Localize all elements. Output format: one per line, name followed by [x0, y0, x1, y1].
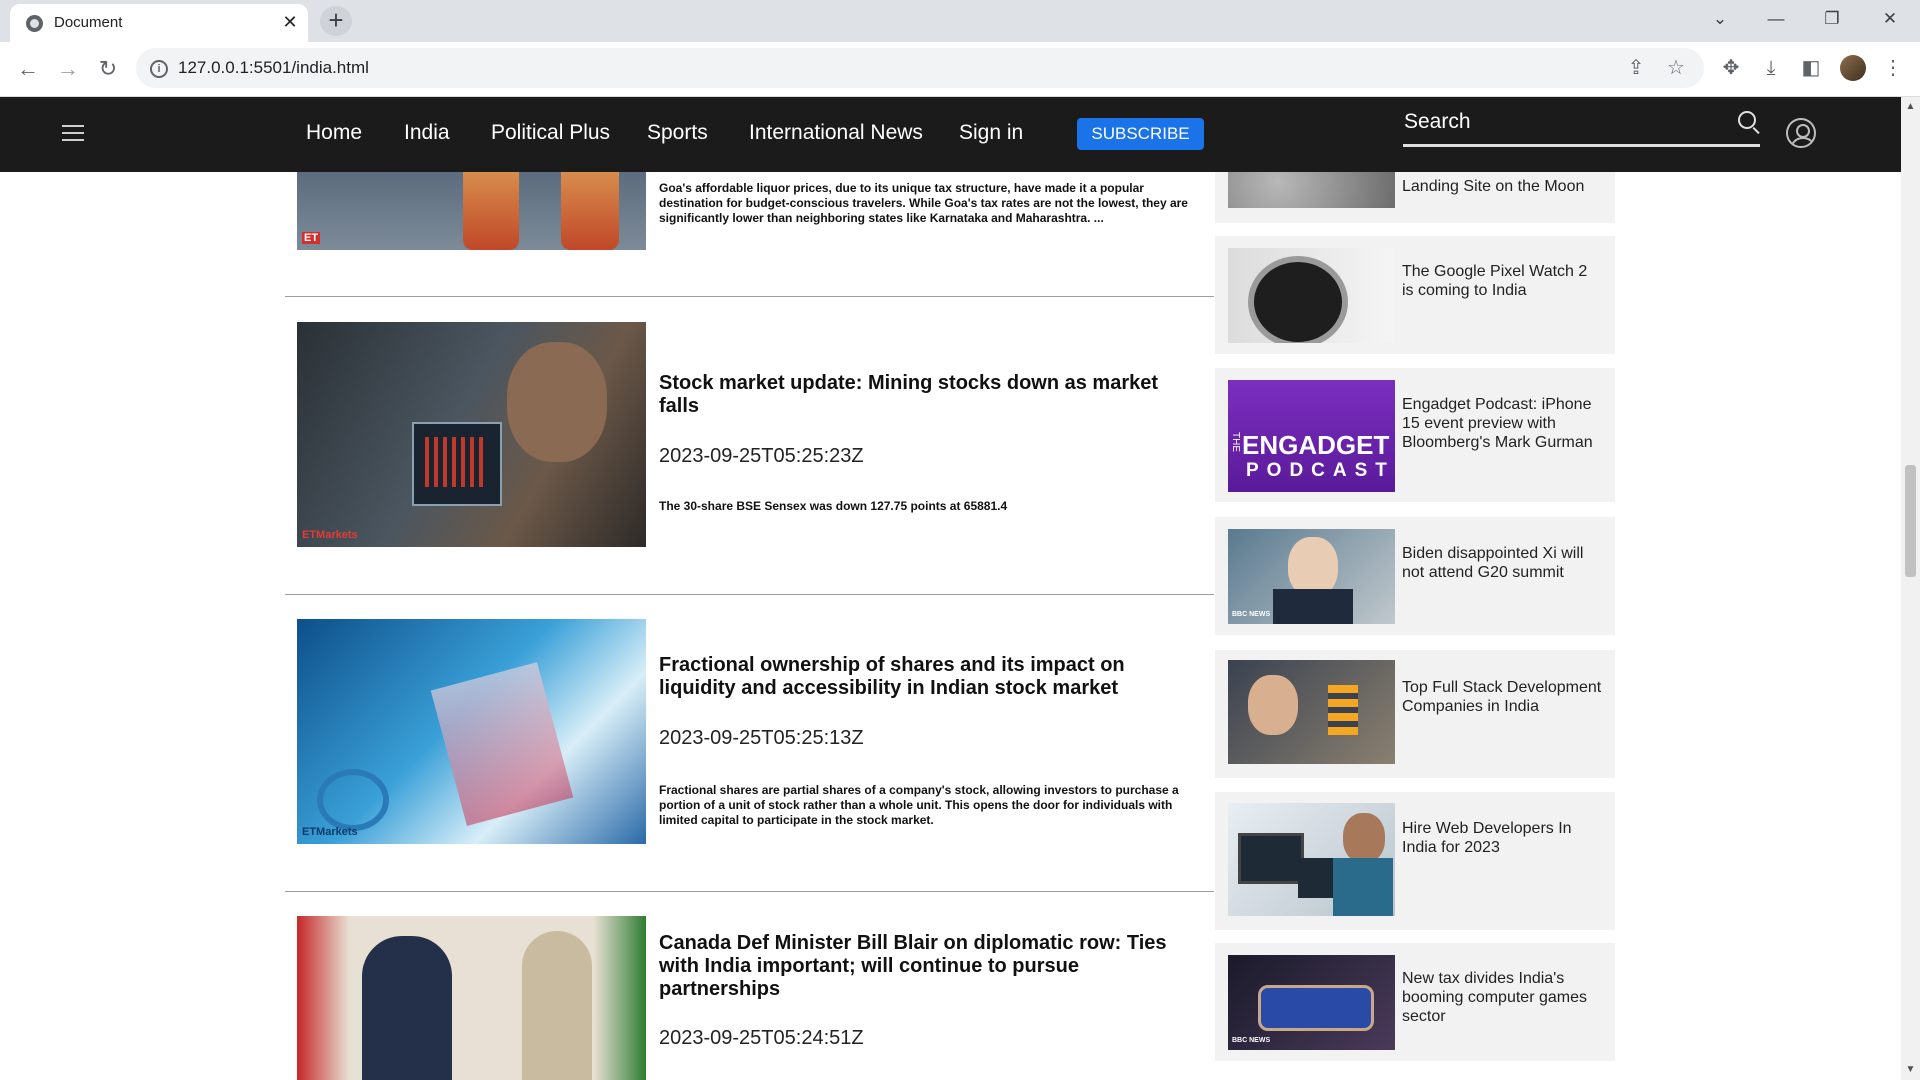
- sidebar-card-badge: BBC NEWS: [1232, 1037, 1271, 1044]
- side-panel-icon[interactable]: ◧: [1798, 55, 1824, 81]
- search-input[interactable]: Search: [1404, 110, 1471, 134]
- podcast-image-text-the: THE: [1230, 432, 1241, 452]
- sidebar-card-title: Landing Site on the Moon: [1402, 178, 1585, 195]
- close-window-button[interactable]: ✕: [1866, 0, 1914, 38]
- new-tab-button[interactable]: +: [320, 6, 352, 36]
- extensions-icon[interactable]: ✥: [1718, 55, 1744, 81]
- article-divider: [285, 891, 1214, 892]
- tab-title: Document: [54, 14, 123, 31]
- podcast-image-text-podcast: PODCAST: [1246, 460, 1395, 481]
- sidebar-card-title: Biden disappointed Xi will not attend G2…: [1402, 545, 1584, 581]
- nav-link-political-plus[interactable]: Political Plus: [491, 121, 610, 145]
- article-description: Fractional shares are partial shares of …: [659, 783, 1179, 827]
- sidebar-card-image: [1228, 660, 1395, 764]
- article-date: 2023-09-25T05:24:51Z: [659, 1027, 864, 1049]
- image-badge: ET: [302, 232, 321, 244]
- article-image[interactable]: [297, 916, 646, 1080]
- article-description: The 30-share BSE Sensex was down 127.75 …: [659, 499, 1008, 513]
- scroll-down-arrow-icon[interactable]: ▼: [1905, 1064, 1916, 1076]
- sidebar-card-title: New tax divides India's booming computer…: [1402, 970, 1587, 1025]
- nav-link-sports[interactable]: Sports: [647, 121, 708, 145]
- address-bar[interactable]: i 127.0.0.1:5501/india.html ⇪ ☆: [136, 48, 1704, 88]
- globe-icon: [26, 15, 43, 32]
- restore-button[interactable]: ❐: [1808, 0, 1856, 38]
- sidebar-card[interactable]: THE ENGADGET PODCAST Engadget Podcast: i…: [1215, 368, 1615, 502]
- sidebar-card-image: [1228, 803, 1395, 916]
- forward-button[interactable]: →: [54, 55, 82, 83]
- download-icon[interactable]: ⤓: [1758, 55, 1784, 81]
- article-description: Goa's affordable liquor prices, due to i…: [659, 181, 1188, 225]
- close-tab-icon[interactable]: ✕: [280, 12, 300, 32]
- sidebar-card[interactable]: Top Full Stack Development Companies in …: [1215, 650, 1615, 778]
- nav-link-sign-in[interactable]: Sign in: [959, 121, 1023, 145]
- reload-button[interactable]: ↻: [94, 55, 122, 83]
- sidebar-card-badge: BBC NEWS: [1232, 611, 1271, 618]
- hamburger-menu-icon[interactable]: [62, 125, 84, 143]
- article-image[interactable]: ETMarkets: [297, 619, 646, 844]
- bookmark-star-icon[interactable]: ☆: [1664, 56, 1688, 80]
- article-date: 2023-09-25T05:25:23Z: [659, 445, 864, 467]
- sidebar-card-image: BBC NEWS: [1228, 955, 1395, 1050]
- page-viewport: Home India Political Plus Sports Interna…: [0, 97, 1901, 1080]
- sidebar-card-image: THE ENGADGET PODCAST: [1228, 380, 1395, 492]
- sidebar-card-image: BBC NEWS: [1228, 529, 1395, 624]
- nav-link-india[interactable]: India: [404, 121, 450, 145]
- sidebar-card[interactable]: BBC NEWS Biden disappointed Xi will not …: [1215, 517, 1615, 635]
- sidebar-card-title: Top Full Stack Development Companies in …: [1402, 679, 1602, 715]
- subscribe-button[interactable]: SUBSCRIBE: [1077, 118, 1204, 150]
- article-image[interactable]: ETMarkets: [297, 322, 646, 547]
- article-divider: [285, 594, 1214, 595]
- sidebar-card-image: [1228, 248, 1395, 343]
- sidebar-card[interactable]: BBC NEWS New tax divides India's booming…: [1215, 943, 1615, 1061]
- scroll-up-arrow-icon[interactable]: ▲: [1905, 101, 1916, 113]
- menu-kebab-icon[interactable]: ⋮: [1880, 55, 1906, 81]
- nav-link-international-news[interactable]: International News: [749, 121, 923, 145]
- image-badge: ETMarkets: [302, 529, 358, 541]
- browser-toolbar: ← → ↻ i 127.0.0.1:5501/india.html ⇪ ☆: [0, 42, 1920, 97]
- sidebar-card[interactable]: Hire Web Developers In India for 2023: [1215, 792, 1615, 930]
- image-badge: ETMarkets: [302, 826, 358, 838]
- site-navbar: Home India Political Plus Sports Interna…: [0, 97, 1901, 172]
- browser-tab[interactable]: Document ✕: [10, 4, 308, 42]
- share-icon[interactable]: ⇪: [1624, 56, 1648, 80]
- back-button[interactable]: ←: [14, 55, 42, 83]
- site-info-icon[interactable]: i: [150, 60, 168, 78]
- sidebar-card[interactable]: The Google Pixel Watch 2 is coming to In…: [1215, 236, 1615, 354]
- article-divider: [285, 296, 1214, 297]
- nav-link-home[interactable]: Home: [306, 121, 362, 145]
- search-icon[interactable]: [1738, 111, 1756, 129]
- scrollbar-thumb[interactable]: [1905, 465, 1916, 577]
- search-underline: [1403, 144, 1760, 147]
- page-scrollbar[interactable]: ▲ ▼: [1901, 97, 1920, 1080]
- podcast-image-text-engadget: ENGADGET: [1242, 430, 1390, 460]
- article-title[interactable]: Canada Def Minister Bill Blair on diplom…: [659, 932, 1179, 1001]
- browser-tabstrip: Document ✕ + ⌄ — ❐ ✕: [0, 0, 1920, 42]
- sidebar-card-title: Hire Web Developers In India for 2023: [1402, 820, 1572, 856]
- user-account-icon[interactable]: [1786, 118, 1816, 148]
- sidebar-card-title: Engadget Podcast: iPhone 15 event previe…: [1402, 396, 1593, 451]
- url-text: 127.0.0.1:5501/india.html: [178, 58, 369, 77]
- article-title[interactable]: Stock market update: Mining stocks down …: [659, 372, 1179, 418]
- minimize-button[interactable]: —: [1752, 0, 1800, 38]
- article-date: 2023-09-25T05:25:13Z: [659, 727, 864, 749]
- tab-search-chevron-icon[interactable]: ⌄: [1696, 0, 1744, 38]
- article-title[interactable]: Fractional ownership of shares and its i…: [659, 654, 1179, 700]
- sidebar-card-title: The Google Pixel Watch 2 is coming to In…: [1402, 263, 1588, 299]
- sidebar-card[interactable]: Landing Site on the Moon: [1215, 163, 1615, 223]
- profile-avatar[interactable]: [1840, 55, 1866, 81]
